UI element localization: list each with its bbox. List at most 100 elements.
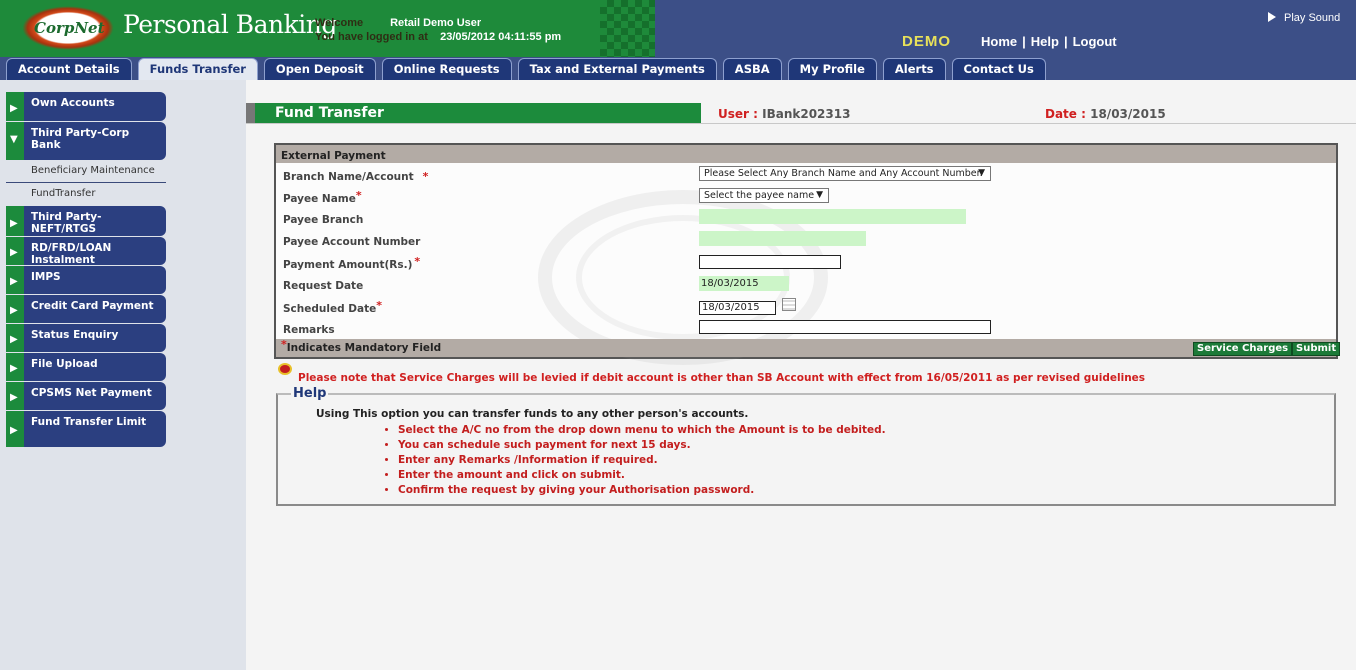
link-separator: |: [1022, 34, 1026, 49]
welcome-block: Welcome Retail Demo User You have logged…: [315, 16, 561, 44]
arrow-right-icon: ▶: [10, 392, 18, 403]
tab-contact-us[interactable]: Contact Us: [951, 58, 1046, 80]
date-value: 18/03/2015: [1090, 107, 1166, 121]
sidebar-item-third-party-corp-bank[interactable]: ▼ Third Party-Corp Bank: [6, 122, 166, 160]
welcome-label: Welcome: [315, 17, 364, 29]
required-marker: *: [414, 255, 421, 268]
help-list: Select the A/C no from the drop down men…: [398, 423, 886, 498]
sidebar-item-label: Third Party-Corp Bank: [31, 127, 130, 151]
arrow-right-icon: ▶: [10, 363, 18, 374]
play-sound-label: Play Sound: [1284, 12, 1341, 24]
arrow-right-icon: ▶: [10, 276, 18, 287]
tab-my-profile[interactable]: My Profile: [787, 58, 877, 80]
submit-button[interactable]: Submit: [1292, 342, 1341, 356]
sidebar-item-imps[interactable]: ▶ IMPS: [6, 266, 166, 294]
user-value: IBank202313: [762, 107, 851, 121]
sidebar-item-label: Third Party-NEFT/RTGS: [31, 211, 102, 235]
user-info: User : IBank202313: [718, 107, 850, 121]
sidebar-item-credit-card-payment[interactable]: ▶ Credit Card Payment: [6, 295, 166, 323]
date-info: Date : 18/03/2015: [1045, 107, 1166, 121]
help-panel: Help Using This option you can transfer …: [276, 386, 1336, 506]
sidebar-item-cpsms-net-payment[interactable]: ▶ CPSMS Net Payment: [6, 382, 166, 410]
tab-asba[interactable]: ASBA: [722, 58, 782, 80]
help-point: Enter the amount and click on submit.: [398, 468, 886, 483]
scheduled-date-input[interactable]: 18/03/2015: [699, 301, 776, 315]
welcome-user: Retail Demo User: [390, 17, 482, 29]
calendar-icon[interactable]: [782, 298, 796, 311]
sidebar: ▶ Own Accounts ▼ Third Party-Corp Bank Ben…: [0, 80, 246, 670]
sidebar-item-label: Own Accounts: [31, 97, 115, 109]
arrow-right-icon: ▶: [10, 218, 18, 229]
corpnet-logo: CorpNet: [22, 6, 114, 50]
arrow-right-icon: ▶: [10, 305, 18, 316]
sidebar-subitem-beneficiary-maintenance[interactable]: Beneficiary Maintenance: [6, 160, 166, 183]
payment-amount-input[interactable]: [699, 255, 841, 269]
demo-badge: DEMO: [902, 33, 951, 50]
help-point: Confirm the request by giving your Autho…: [398, 483, 886, 498]
help-point: You can schedule such payment for next 1…: [398, 438, 886, 453]
header-checker-pattern: [600, 0, 655, 57]
remarks-label: Remarks: [283, 324, 335, 336]
sidebar-item-label: Status Enquiry: [31, 329, 119, 341]
payee-name-label: Payee Name*: [283, 189, 362, 205]
payee-account-number-field: [699, 231, 866, 246]
logo-text: CorpNet: [34, 19, 105, 37]
branch-account-label: Branch Name/Account *: [283, 170, 429, 183]
tab-online-requests[interactable]: Online Requests: [381, 58, 512, 80]
sidebar-item-status-enquiry[interactable]: ▶ Status Enquiry: [6, 324, 166, 352]
remarks-input[interactable]: [699, 320, 991, 334]
sidebar-subitem-fundtransfer[interactable]: FundTransfer: [6, 183, 166, 205]
payee-name-select[interactable]: Select the payee name ▼: [699, 188, 829, 203]
sidebar-item-label: RD/FRD/LOAN Instalment: [31, 242, 112, 266]
help-title: Help: [291, 386, 329, 401]
play-icon: [1268, 12, 1276, 22]
date-label: Date :: [1045, 107, 1086, 121]
dropdown-caret-icon: ▼: [978, 168, 985, 178]
service-charge-notice: Please note that Service Charges will be…: [278, 363, 1145, 384]
user-label: User :: [718, 107, 758, 121]
required-marker: *: [355, 189, 362, 202]
sidebar-item-label: Fund Transfer Limit: [31, 416, 147, 428]
top-links: Home | Help | Logout: [981, 34, 1117, 49]
link-separator: |: [1063, 34, 1068, 49]
help-point: Enter any Remarks /Information if requir…: [398, 453, 886, 468]
sidebar-item-rd-frd-loan-instalment[interactable]: ▶ RD/FRD/LOAN Instalment: [6, 237, 166, 266]
arrow-right-icon: ▶: [10, 103, 18, 114]
login-label: You have logged in at: [315, 31, 428, 43]
page-title-bar: Fund Transfer User : IBank202313 Date : …: [246, 103, 1356, 124]
payment-amount-label: Payment Amount(Rs.) *: [283, 255, 421, 271]
sidebar-item-label: CPSMS Net Payment: [31, 387, 152, 399]
payee-branch-field: [699, 209, 966, 224]
tab-funds-transfer[interactable]: Funds Transfer: [137, 58, 258, 80]
request-date-label: Request Date: [283, 280, 364, 292]
help-link[interactable]: Help: [1031, 34, 1059, 49]
sidebar-item-own-accounts[interactable]: ▶ Own Accounts: [6, 92, 166, 121]
scheduled-date-label: Scheduled Date*: [283, 299, 382, 315]
logout-link[interactable]: Logout: [1073, 34, 1117, 49]
arrow-down-icon: ▼: [10, 134, 18, 145]
arrow-right-icon: ▶: [10, 334, 18, 345]
brand-title: Personal Banking: [123, 10, 337, 39]
play-sound-button[interactable]: Play Sound: [1268, 12, 1340, 24]
sidebar-item-third-party-neft-rtgs[interactable]: ▶ Third Party-NEFT/RTGS: [6, 206, 166, 236]
tab-alerts[interactable]: Alerts: [882, 58, 946, 80]
service-charges-button[interactable]: Service Charges: [1193, 342, 1293, 356]
branch-account-select[interactable]: Please Select Any Branch Name and Any Ac…: [699, 166, 991, 181]
sidebar-item-file-upload[interactable]: ▶ File Upload: [6, 353, 166, 381]
sidebar-item-label: IMPS: [31, 271, 61, 283]
login-time: 23/05/2012 04:11:55 pm: [440, 31, 562, 43]
sidebar-item-label: Credit Card Payment: [31, 300, 154, 312]
arrow-right-icon: ▶: [10, 425, 18, 436]
home-link[interactable]: Home: [981, 34, 1017, 49]
arrow-right-icon: ▶: [10, 247, 18, 258]
payee-branch-label: Payee Branch: [283, 214, 364, 226]
tab-account-details[interactable]: Account Details: [6, 58, 132, 80]
required-marker: *: [281, 338, 287, 351]
form-footer: *Indicates Mandatory Field: [276, 338, 1336, 357]
tab-open-deposit[interactable]: Open Deposit: [263, 58, 376, 80]
required-marker: *: [376, 299, 382, 312]
tab-tax-external-payments[interactable]: Tax and External Payments: [517, 58, 717, 80]
sidebar-item-fund-transfer-limit[interactable]: ▶ Fund Transfer Limit: [6, 411, 166, 447]
external-payment-form: External Payment Branch Name/Account * Pl…: [274, 143, 1341, 365]
notice-text: Please note that Service Charges will be…: [298, 372, 1146, 384]
